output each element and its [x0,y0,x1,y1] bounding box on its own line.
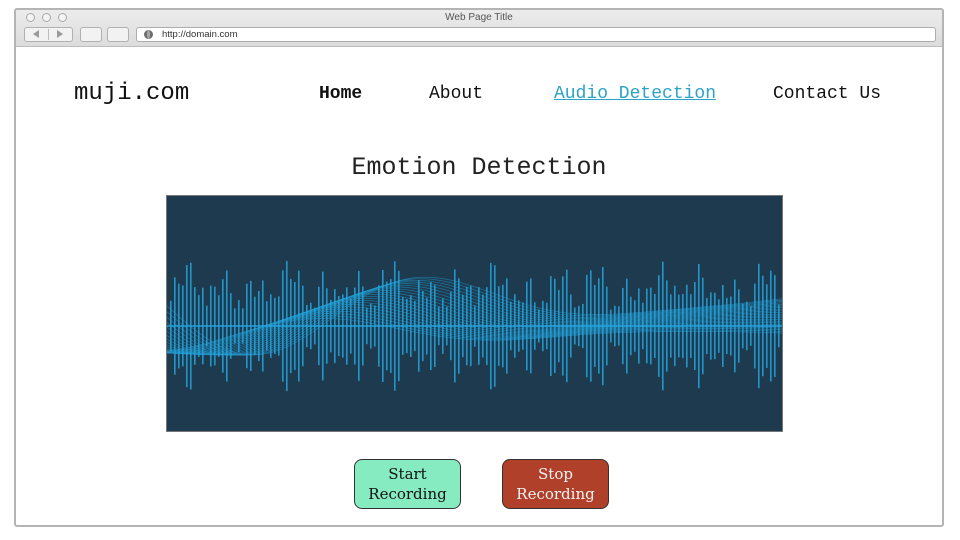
address-bar[interactable]: http://domain.com [136,27,936,42]
stop-recording-label-line2: Recording [516,485,595,503]
nav-contact-us[interactable]: Contact Us [773,84,881,104]
browser-window: Web Page Title http://domain.com muji.co… [14,8,944,527]
toolbar-button-1[interactable] [80,27,102,42]
window-title: Web Page Title [445,12,513,23]
waveform-center-line [167,325,782,327]
stop-recording-button[interactable]: Stop Recording [502,459,609,509]
start-recording-label-line2: Recording [368,485,447,503]
url-text[interactable]: http://domain.com [162,28,238,41]
stop-recording-label-line1: Stop [538,465,573,483]
back-arrow-icon[interactable] [33,30,39,38]
browser-titlebar: Web Page Title http://domain.com [16,10,942,47]
nav-audio-detection[interactable]: Audio Detection [554,84,716,104]
toolbar-button-2[interactable] [107,27,129,42]
divider [48,29,49,40]
site-logo[interactable]: muji.com [74,80,189,107]
forward-arrow-icon[interactable] [57,30,63,38]
start-recording-label-line1: Start [388,465,427,483]
nav-about[interactable]: About [429,84,483,104]
audio-waveform-icon [167,260,782,392]
start-recording-button[interactable]: Start Recording [354,459,461,509]
page-title: Emotion Detection [351,153,607,182]
nav-home[interactable]: Home [319,84,362,104]
globe-icon [144,30,153,39]
audio-waveform-visualization [166,195,783,432]
history-nav-buttons [24,27,73,42]
